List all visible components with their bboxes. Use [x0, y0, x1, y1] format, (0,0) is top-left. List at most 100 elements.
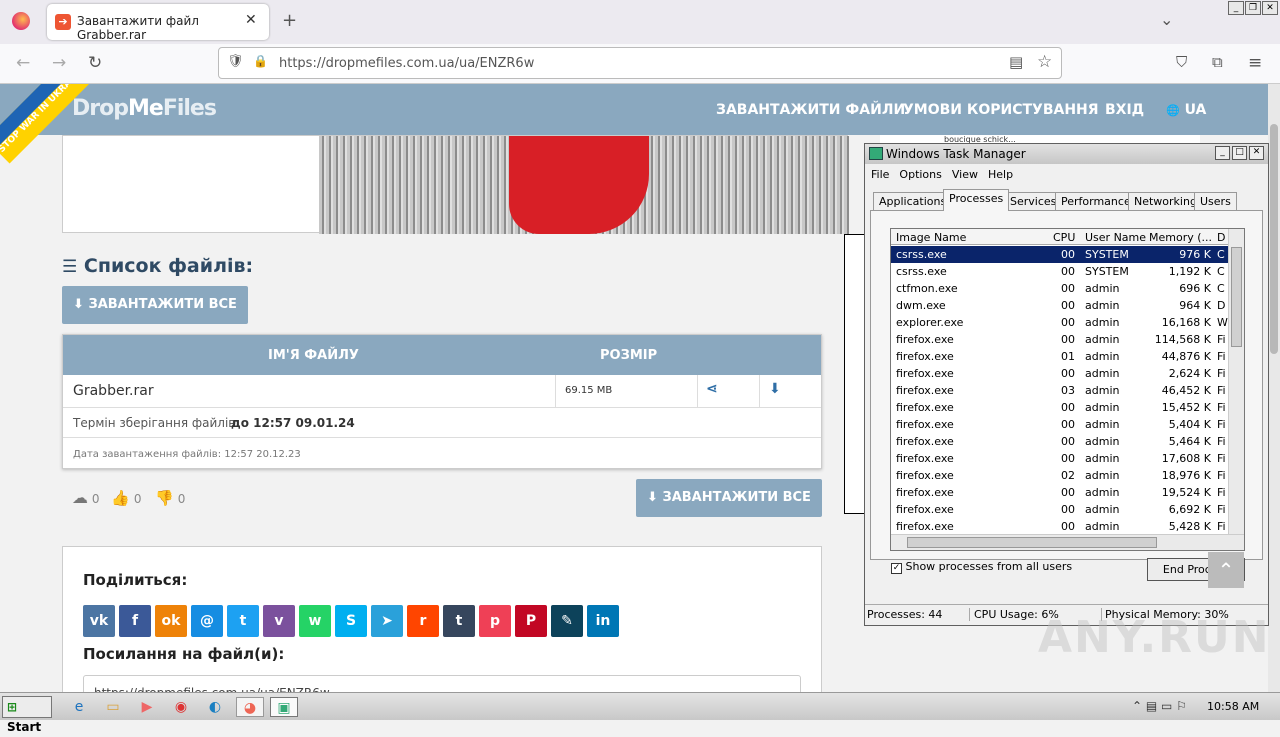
- process-row[interactable]: firefox.exe 00 admin 15,452 K Fi: [891, 399, 1228, 416]
- download-all-button-top[interactable]: ⬇ ЗАВАНТАЖИТИ ВСЕ: [62, 286, 248, 324]
- tm-tab-processes[interactable]: Processes: [943, 189, 1010, 211]
- share-pocket-button[interactable]: p: [479, 605, 511, 637]
- process-row[interactable]: firefox.exe 00 admin 114,568 K Fi: [891, 331, 1228, 348]
- process-row[interactable]: ctfmon.exe 00 admin 696 K C: [891, 280, 1228, 297]
- firefox-icon[interactable]: [12, 12, 30, 30]
- share-livejournal-button[interactable]: ✎: [551, 605, 583, 637]
- file-download-icon[interactable]: ⬇: [769, 381, 781, 397]
- process-hscroll-thumb[interactable]: [907, 537, 1157, 548]
- close-button[interactable]: ✕: [1262, 1, 1278, 15]
- show-all-checkbox[interactable]: ✓: [891, 563, 902, 574]
- tm-menu-file[interactable]: File: [871, 168, 889, 181]
- process-vscroll-thumb[interactable]: [1231, 247, 1242, 347]
- url-text[interactable]: https://dropmefiles.com.ua/ua/ENZR6w: [279, 56, 534, 71]
- download-all-button-bottom[interactable]: ⬇ ЗАВАНТАЖИТИ ВСЕ: [636, 479, 822, 517]
- forward-icon[interactable]: →: [52, 53, 66, 73]
- file-name[interactable]: Grabber.rar: [73, 383, 154, 399]
- tm-tab-services[interactable]: Services: [1004, 192, 1063, 210]
- scroll-to-top-button[interactable]: ⌃: [1208, 552, 1244, 588]
- share-icon[interactable]: ⋖: [706, 381, 718, 397]
- shield-icon[interactable]: 🛡: [227, 54, 244, 69]
- start-button[interactable]: ⊞ Start: [2, 696, 52, 734]
- ie-icon[interactable]: e: [68, 697, 90, 717]
- process-col-header[interactable]: Memory (...: [1149, 231, 1212, 244]
- process-row[interactable]: firefox.exe 00 admin 5,428 K Fi: [891, 518, 1228, 535]
- dislike-icon[interactable]: 👎: [155, 489, 174, 507]
- task-manager-titlebar[interactable]: Windows Task Manager _ □ ✕: [865, 144, 1268, 164]
- page-scrollbar[interactable]: [1268, 84, 1280, 692]
- media-player-icon[interactable]: ▶: [136, 697, 158, 717]
- process-row[interactable]: firefox.exe 00 admin 6,692 K Fi: [891, 501, 1228, 518]
- nav-login-link[interactable]: ВХІД: [1105, 102, 1144, 118]
- process-row[interactable]: explorer.exe 00 admin 16,168 K W: [891, 314, 1228, 331]
- minimize-button[interactable]: _: [1228, 1, 1244, 15]
- share-twitter-button[interactable]: t: [227, 605, 259, 637]
- share-whatsapp-button[interactable]: w: [299, 605, 331, 637]
- process-hscroll[interactable]: [891, 534, 1244, 550]
- share-facebook-button[interactable]: f: [119, 605, 151, 637]
- tm-tab-performance[interactable]: Performance: [1055, 192, 1137, 210]
- process-row[interactable]: firefox.exe 00 admin 19,524 K Fi: [891, 484, 1228, 501]
- nav-upload-link[interactable]: ЗАВАНТАЖИТИ ФАЙЛИ: [716, 102, 905, 118]
- tm-minimize-button[interactable]: _: [1215, 146, 1230, 160]
- taskmanager-taskbar-icon[interactable]: ▣: [270, 697, 298, 717]
- share-linkedin-button[interactable]: in: [587, 605, 619, 637]
- tabs-dropdown-icon[interactable]: ⌄: [1160, 10, 1173, 29]
- ad-banner[interactable]: [62, 135, 849, 234]
- share-vk-button[interactable]: vk: [83, 605, 115, 637]
- edge-icon[interactable]: ◐: [204, 697, 226, 717]
- share-moimir-button[interactable]: @: [191, 605, 223, 637]
- file-link-field[interactable]: https://dropmefiles.com.ua/ua/ENZR6w: [83, 675, 801, 692]
- process-row[interactable]: csrss.exe 00 SYSTEM 976 K C: [891, 246, 1228, 263]
- taskbar-clock[interactable]: 10:58 AM: [1207, 700, 1259, 713]
- tm-maximize-button[interactable]: □: [1232, 146, 1247, 160]
- lock-icon[interactable]: 🔒: [253, 54, 268, 68]
- process-row[interactable]: firefox.exe 00 admin 2,624 K Fi: [891, 365, 1228, 382]
- process-row[interactable]: firefox.exe 01 admin 44,876 K Fi: [891, 348, 1228, 365]
- like-icon[interactable]: 👍: [111, 489, 130, 507]
- process-row[interactable]: firefox.exe 00 admin 5,464 K Fi: [891, 433, 1228, 450]
- extensions-icon[interactable]: ⧉: [1212, 53, 1223, 71]
- url-bar[interactable]: 🛡 🔒 https://dropmefiles.com.ua/ua/ENZR6w…: [218, 47, 1062, 79]
- process-col-header[interactable]: User Name: [1085, 231, 1146, 244]
- menu-icon[interactable]: ≡: [1248, 53, 1262, 73]
- share-pinterest-button[interactable]: P: [515, 605, 547, 637]
- share-odnoklassniki-button[interactable]: ok: [155, 605, 187, 637]
- back-icon[interactable]: ←: [16, 53, 30, 73]
- chrome-icon[interactable]: ◉: [170, 697, 192, 717]
- tm-menu-options[interactable]: Options: [899, 168, 941, 181]
- share-tumblr-button[interactable]: t: [443, 605, 475, 637]
- process-col-header[interactable]: Image Name: [896, 231, 966, 244]
- tm-tab-networking[interactable]: Networking: [1128, 192, 1203, 210]
- tray-icons[interactable]: ⌃ ▤ ▭ ⚐: [1132, 699, 1187, 713]
- process-row[interactable]: csrss.exe 00 SYSTEM 1,192 K C: [891, 263, 1228, 280]
- reader-view-icon[interactable]: ▤: [1009, 53, 1023, 71]
- share-reddit-button[interactable]: r: [407, 605, 439, 637]
- pocket-icon[interactable]: ⛉: [1176, 53, 1187, 71]
- explorer-icon[interactable]: ▭: [102, 697, 124, 717]
- restore-button[interactable]: ❐: [1245, 1, 1261, 15]
- share-viber-button[interactable]: v: [263, 605, 295, 637]
- nav-lang[interactable]: 🌐 UA: [1166, 102, 1206, 118]
- tm-menu-view[interactable]: View: [952, 168, 978, 181]
- process-row[interactable]: firefox.exe 00 admin 5,404 K Fi: [891, 416, 1228, 433]
- scrollbar-thumb[interactable]: [1270, 124, 1278, 354]
- firefox-taskbar-icon[interactable]: ◕: [236, 697, 264, 717]
- new-tab-button[interactable]: +: [282, 10, 297, 31]
- process-row[interactable]: firefox.exe 00 admin 17,608 K Fi: [891, 450, 1228, 467]
- tm-close-button[interactable]: ✕: [1249, 146, 1264, 160]
- tm-tab-users[interactable]: Users: [1194, 192, 1237, 210]
- process-row[interactable]: dwm.exe 00 admin 964 K D: [891, 297, 1228, 314]
- tab-close-icon[interactable]: ✕: [245, 12, 257, 28]
- reload-icon[interactable]: ↻: [88, 53, 102, 73]
- process-vscroll[interactable]: [1228, 229, 1244, 534]
- share-skype-button[interactable]: S: [335, 605, 367, 637]
- site-logo[interactable]: DropMeFiles: [72, 96, 217, 121]
- process-col-header[interactable]: CPU: [1053, 231, 1075, 244]
- process-row[interactable]: firefox.exe 03 admin 46,452 K Fi: [891, 382, 1228, 399]
- nav-terms-link[interactable]: УМОВИ КОРИСТУВАННЯ: [903, 102, 1099, 118]
- process-col-header[interactable]: D: [1217, 231, 1225, 244]
- browser-tab[interactable]: ➔ Завантажити файл Grabber.rar ✕: [47, 4, 269, 42]
- tm-menu-help[interactable]: Help: [988, 168, 1013, 181]
- bookmark-star-icon[interactable]: ☆: [1037, 52, 1052, 72]
